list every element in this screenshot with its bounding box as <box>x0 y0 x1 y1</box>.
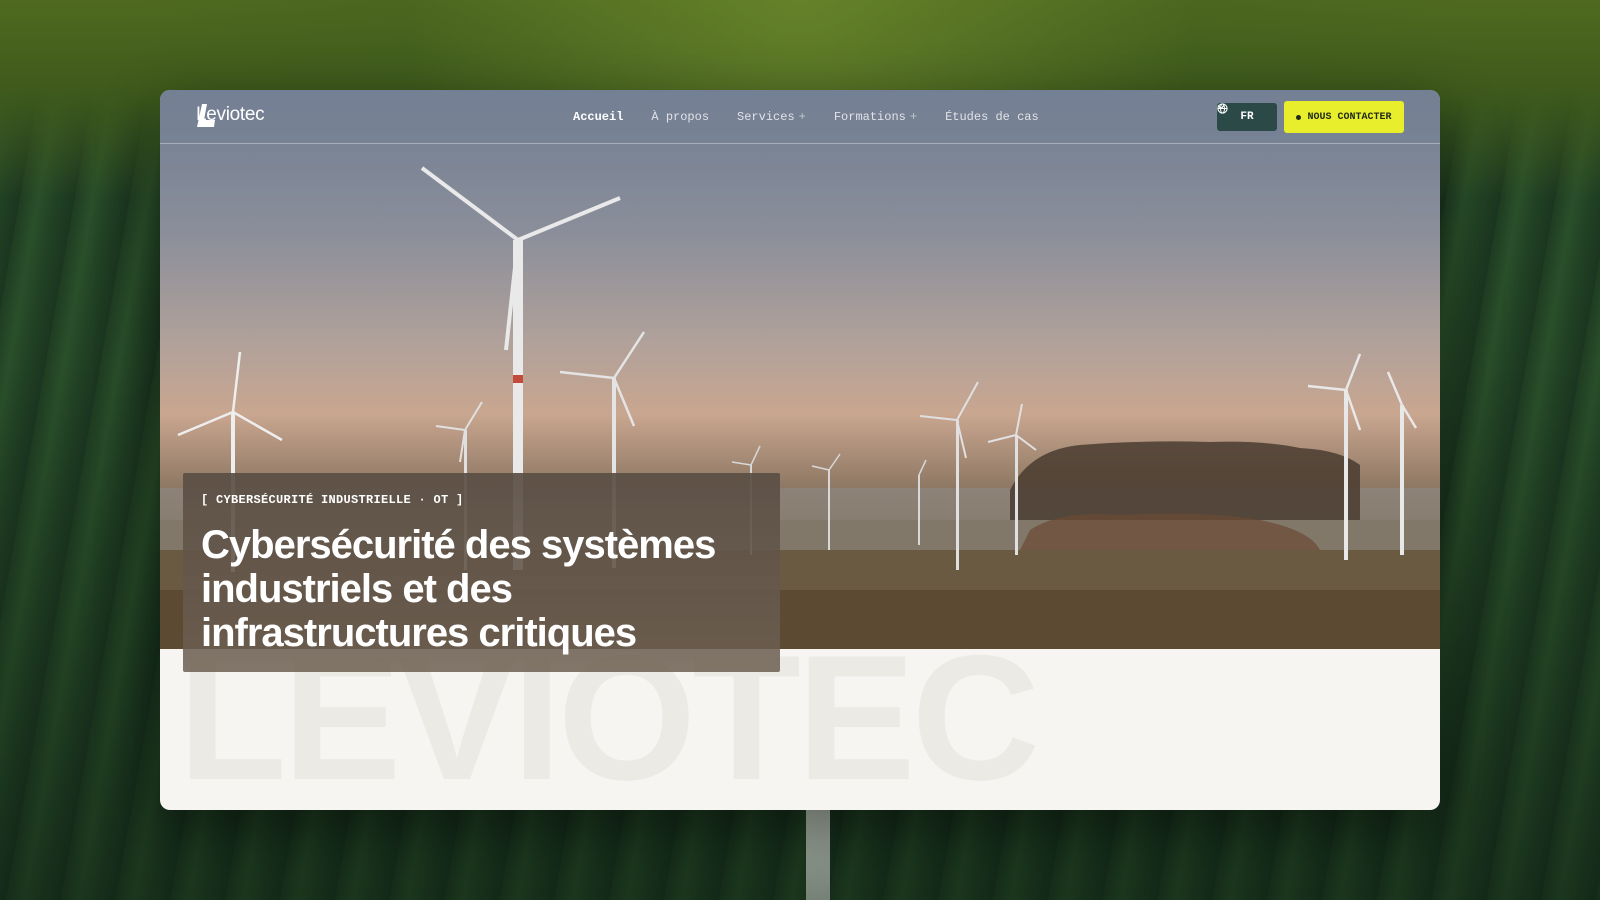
language-value: FR <box>1240 111 1254 123</box>
nav-item-accueil[interactable]: Accueil <box>573 110 623 124</box>
chevron-down-icon <box>1217 105 1225 110</box>
nav-item-services-label: Services <box>737 110 795 124</box>
hero-eyebrow: [ CYBERSÉCURITÉ INDUSTRIELLE · OT ] <box>201 493 464 507</box>
nav-item-a-propos[interactable]: À propos <box>651 110 709 124</box>
brand-logo[interactable]: Leviotec <box>196 104 265 127</box>
browser-window: Leviotec Accueil À propos Services + Form… <box>160 90 1440 810</box>
contact-button-label: NOUS CONTACTER <box>1307 111 1392 123</box>
contact-button[interactable]: NOUS CONTACTER <box>1284 101 1404 133</box>
language-selector[interactable]: FR <box>1217 103 1277 131</box>
nav-item-etudes-de-cas[interactable]: Études de cas <box>945 110 1039 124</box>
hero-text-card: [ CYBERSÉCURITÉ INDUSTRIELLE · OT ] Cybe… <box>183 473 780 672</box>
leviotec-logo-icon <box>197 104 215 127</box>
plus-icon: + <box>798 110 806 124</box>
background-road <box>806 810 830 900</box>
hero-headline: Cybersécurité des systèmes industriels e… <box>201 523 716 655</box>
plus-icon: + <box>909 110 918 124</box>
nav-item-services[interactable]: Services + <box>737 110 806 124</box>
nav-item-formations-label: Formations <box>833 110 906 124</box>
bullet-icon <box>1296 114 1302 120</box>
main-navigation: Accueil À propos Services + Formations + É… <box>573 90 1039 144</box>
top-navbar: Leviotec Accueil À propos Services + Form… <box>160 90 1440 144</box>
nav-item-formations[interactable]: Formations + <box>834 110 917 124</box>
